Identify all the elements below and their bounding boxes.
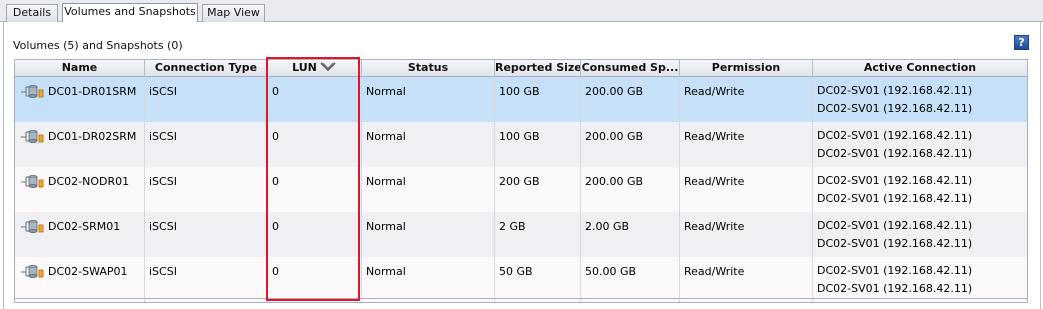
table-bottom-border	[14, 298, 1028, 299]
volume-name: DC01-DR02SRM	[48, 130, 137, 143]
cell-status: Normal	[362, 257, 495, 302]
column-header-status[interactable]: Status	[362, 60, 495, 77]
volume-disk-icon	[21, 174, 44, 188]
table-row[interactable]: DC02-SRM01 iSCSI 0 Normal 2 GB 2.00 GB R…	[15, 212, 1027, 257]
cell-status: Normal	[362, 167, 495, 212]
table-row[interactable]: DC02-NODR01 iSCSI 0 Normal 200 GB 200.00…	[15, 167, 1027, 212]
cell-lun: 0	[268, 77, 362, 122]
cell-consumed-space: 50.00 GB	[581, 257, 680, 302]
cell-reported-size: 100 GB	[495, 122, 581, 167]
cell-permission: Read/Write	[680, 77, 813, 122]
cell-active-connection: DC02-SV01 (192.168.42.11) DC02-SV01 (192…	[813, 212, 1027, 257]
cell-consumed-space: 200.00 GB	[581, 77, 680, 122]
tab-bar: Details Volumes and Snapshots Map View	[0, 0, 1043, 23]
table-row[interactable]: DC01-DR02SRM iSCSI 0 Normal 100 GB 200.0…	[15, 122, 1027, 167]
volume-disk-icon	[21, 129, 44, 143]
cell-lun: 0	[268, 167, 362, 212]
cell-consumed-space: 200.00 GB	[581, 167, 680, 212]
cell-reported-size: 100 GB	[495, 77, 581, 122]
volume-name: DC02-SWAP01	[48, 265, 128, 278]
cell-lun: 0	[268, 122, 362, 167]
help-icon[interactable]: ?	[1014, 35, 1029, 50]
active-connection-line: DC02-SV01 (192.168.42.11)	[817, 174, 973, 187]
table-row[interactable]: DC01-DR01SRM iSCSI 0 Normal 100 GB 200.0…	[15, 77, 1027, 122]
cell-permission: Read/Write	[680, 122, 813, 167]
cell-consumed-space: 2.00 GB	[581, 212, 680, 257]
column-header-consumed-space[interactable]: Consumed Sp...	[581, 60, 680, 77]
cell-reported-size: 50 GB	[495, 257, 581, 302]
column-header-permission[interactable]: Permission	[680, 60, 813, 77]
cell-active-connection: DC02-SV01 (192.168.42.11) DC02-SV01 (192…	[813, 167, 1027, 212]
active-connection-line: DC02-SV01 (192.168.42.11)	[817, 282, 973, 295]
sort-descending-chevron-icon	[320, 62, 336, 72]
volume-name: DC02-NODR01	[48, 175, 130, 188]
cell-active-connection: DC02-SV01 (192.168.42.11) DC02-SV01 (192…	[813, 77, 1027, 122]
column-header-active-connection[interactable]: Active Connection	[813, 60, 1027, 77]
tab-volumes-and-snapshots[interactable]: Volumes and Snapshots	[62, 3, 198, 23]
cell-permission: Read/Write	[680, 257, 813, 302]
tab-details[interactable]: Details	[6, 4, 58, 22]
cell-connection-type: iSCSI	[145, 122, 268, 167]
column-header-name[interactable]: Name	[15, 60, 145, 77]
cell-active-connection: DC02-SV01 (192.168.42.11) DC02-SV01 (192…	[813, 122, 1027, 167]
cell-status: Normal	[362, 122, 495, 167]
cell-lun: 0	[268, 212, 362, 257]
column-header-lun[interactable]: LUN	[268, 60, 362, 77]
tab-volumes-label: Volumes and Snapshots	[64, 5, 196, 18]
cell-name: DC02-SRM01	[15, 212, 145, 257]
cell-name: DC01-DR01SRM	[15, 77, 145, 122]
cell-connection-type: iSCSI	[145, 167, 268, 212]
volume-name: DC01-DR01SRM	[48, 85, 137, 98]
table-header: Name Connection Type LUN Status Reported…	[15, 60, 1027, 77]
cell-name: DC02-NODR01	[15, 167, 145, 212]
table-row[interactable]: DC02-SWAP01 iSCSI 0 Normal 50 GB 50.00 G…	[15, 257, 1027, 302]
cell-connection-type: iSCSI	[145, 257, 268, 302]
volume-disk-icon	[21, 264, 44, 278]
column-header-connection-type[interactable]: Connection Type	[145, 60, 268, 77]
active-connection-line: DC02-SV01 (192.168.42.11)	[817, 264, 973, 277]
column-header-reported-size[interactable]: Reported Size	[495, 60, 581, 77]
active-connection-line: DC02-SV01 (192.168.42.11)	[817, 237, 973, 250]
volume-name: DC02-SRM01	[48, 220, 121, 233]
cell-active-connection: DC02-SV01 (192.168.42.11) DC02-SV01 (192…	[813, 257, 1027, 302]
active-connection-line: DC02-SV01 (192.168.42.11)	[817, 219, 973, 232]
tab-map-view[interactable]: Map View	[202, 4, 265, 22]
volume-disk-icon	[21, 84, 44, 98]
cell-lun: 0	[268, 257, 362, 302]
active-connection-line: DC02-SV01 (192.168.42.11)	[817, 84, 973, 97]
cell-reported-size: 200 GB	[495, 167, 581, 212]
cell-connection-type: iSCSI	[145, 77, 268, 122]
cell-consumed-space: 200.00 GB	[581, 122, 680, 167]
active-connection-line: DC02-SV01 (192.168.42.11)	[817, 192, 973, 205]
volumes-caption: Volumes (5) and Snapshots (0)	[13, 39, 183, 52]
active-connection-line: DC02-SV01 (192.168.42.11)	[817, 147, 973, 160]
cell-connection-type: iSCSI	[145, 212, 268, 257]
active-connection-line: DC02-SV01 (192.168.42.11)	[817, 129, 973, 142]
volume-disk-icon	[21, 219, 44, 233]
tab-map-view-label: Map View	[207, 6, 260, 19]
cell-permission: Read/Write	[680, 167, 813, 212]
table-body: DC01-DR01SRM iSCSI 0 Normal 100 GB 200.0…	[15, 77, 1027, 302]
cell-status: Normal	[362, 77, 495, 122]
cell-name: DC01-DR02SRM	[15, 122, 145, 167]
column-header-lun-label: LUN	[292, 61, 317, 74]
active-connection-line: DC02-SV01 (192.168.42.11)	[817, 102, 973, 115]
cell-name: DC02-SWAP01	[15, 257, 145, 302]
cell-permission: Read/Write	[680, 212, 813, 257]
volumes-table: Name Connection Type LUN Status Reported…	[14, 59, 1028, 303]
cell-status: Normal	[362, 212, 495, 257]
cell-reported-size: 2 GB	[495, 212, 581, 257]
tab-details-label: Details	[12, 6, 52, 19]
